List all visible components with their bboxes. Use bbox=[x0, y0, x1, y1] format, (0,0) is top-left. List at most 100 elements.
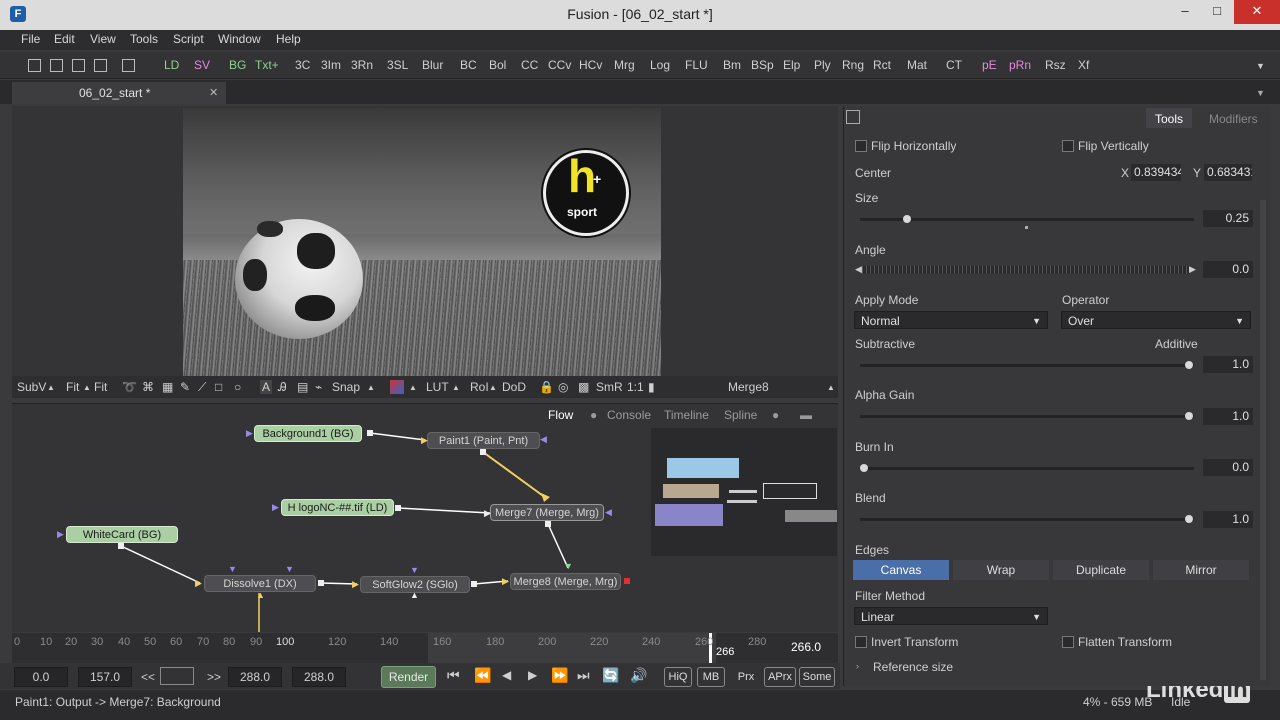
some-button[interactable]: Some bbox=[799, 667, 835, 687]
node-mask-input-icon[interactable]: ▶ bbox=[246, 428, 253, 439]
tool-ct[interactable]: CT bbox=[946, 58, 962, 72]
node-input-icon[interactable]: ▶ bbox=[352, 579, 359, 590]
tab-modifiers[interactable]: Modifiers bbox=[1209, 112, 1258, 126]
global-end-field[interactable]: 288.0 bbox=[292, 667, 346, 687]
tool-prn[interactable]: pRn bbox=[1009, 58, 1031, 72]
node-input-icon[interactable]: ▼ bbox=[285, 564, 294, 574]
node-output-port[interactable] bbox=[480, 449, 486, 455]
node-input-icon[interactable]: ▲ bbox=[410, 590, 419, 600]
operator-dropdown[interactable]: Over ▼ bbox=[1061, 311, 1251, 329]
blend-knob[interactable] bbox=[1185, 515, 1193, 523]
burn-in-slider[interactable] bbox=[860, 467, 1194, 470]
node-paint1[interactable]: Paint1 (Paint, Pnt) bbox=[427, 432, 540, 449]
close-button[interactable]: ✕ bbox=[1234, 0, 1280, 24]
play-icon[interactable]: ▶ bbox=[528, 668, 537, 682]
maximize-button[interactable]: □ bbox=[1202, 0, 1232, 24]
go-to-start-icon[interactable]: ⏮ bbox=[447, 667, 460, 684]
node-merge8[interactable]: Merge8 (Merge, Mrg) bbox=[510, 573, 621, 590]
node-output-port[interactable] bbox=[395, 505, 401, 511]
node-input-icon[interactable]: ▶ bbox=[195, 578, 202, 589]
subtractive-additive-slider[interactable] bbox=[860, 364, 1194, 367]
flip-vertically-checkbox[interactable] bbox=[1062, 140, 1074, 152]
step-forward-button[interactable]: >> bbox=[207, 670, 221, 684]
apply-mode-dropdown[interactable]: Normal ▼ bbox=[854, 311, 1048, 329]
invert-transform-checkbox[interactable] bbox=[855, 636, 867, 648]
center-x-input[interactable]: 0.839434 bbox=[1131, 164, 1181, 181]
current-time-display[interactable]: 266.0 bbox=[791, 640, 821, 654]
tab-tools[interactable]: Tools bbox=[1146, 108, 1192, 128]
flip-horizontally-checkbox[interactable] bbox=[855, 140, 867, 152]
blend-slider[interactable] bbox=[860, 518, 1194, 521]
burn-in-knob[interactable] bbox=[860, 464, 868, 472]
render-start-field[interactable]: 157.0 bbox=[78, 667, 132, 687]
global-start-field[interactable]: 0.0 bbox=[14, 667, 68, 687]
time-ruler[interactable] bbox=[12, 633, 838, 663]
filter-method-dropdown[interactable]: Linear ▼ bbox=[854, 607, 1048, 625]
node-whitecard[interactable]: WhiteCard (BG) bbox=[66, 526, 178, 543]
node-output-port[interactable] bbox=[471, 581, 477, 587]
tool-rng[interactable]: Rng bbox=[842, 58, 864, 72]
reference-size-label[interactable]: Reference size bbox=[873, 660, 953, 674]
node-mask-input-icon[interactable]: ◀ bbox=[605, 507, 612, 518]
go-to-end-icon[interactable]: ⏭ bbox=[577, 667, 590, 684]
node-mask-input-icon[interactable]: ▶ bbox=[57, 529, 64, 540]
rewind-icon[interactable]: ⏪ bbox=[474, 667, 491, 684]
edges-mirror-button[interactable]: Mirror bbox=[1153, 560, 1249, 580]
angle-right-arrow-icon[interactable]: ▶ bbox=[1189, 264, 1196, 275]
node-mask-input-icon[interactable]: ▶ bbox=[272, 502, 279, 513]
tool-mat[interactable]: Mat bbox=[907, 58, 927, 72]
auto-proxy-button[interactable]: APrx bbox=[764, 667, 796, 687]
step-back-button[interactable]: << bbox=[141, 670, 155, 684]
motion-blur-button[interactable]: MB bbox=[697, 667, 725, 687]
edges-wrap-button[interactable]: Wrap bbox=[953, 560, 1049, 580]
angle-thumbwheel[interactable] bbox=[862, 266, 1190, 274]
subtractive-additive-value[interactable]: 1.0 bbox=[1203, 356, 1253, 373]
node-mask-input-icon[interactable]: ◀ bbox=[540, 434, 547, 445]
flow-navigator[interactable] bbox=[651, 428, 837, 556]
node-input-icon[interactable]: ▼ bbox=[564, 561, 573, 571]
node-input-icon[interactable]: ▼ bbox=[228, 564, 237, 574]
node-output-port[interactable] bbox=[118, 543, 124, 549]
tool-rsz[interactable]: Rsz bbox=[1045, 58, 1066, 72]
flatten-transform-checkbox[interactable] bbox=[1062, 636, 1074, 648]
audio-icon[interactable]: 🔊 bbox=[630, 667, 647, 684]
alpha-gain-slider[interactable] bbox=[860, 415, 1194, 418]
range-slider-icon[interactable] bbox=[160, 667, 194, 685]
node-input-icon[interactable]: ▶ bbox=[502, 576, 509, 587]
node-output-port[interactable] bbox=[624, 578, 630, 584]
expand-arrow-icon[interactable]: › bbox=[856, 661, 859, 671]
inspector-collapse-icon[interactable] bbox=[846, 110, 860, 124]
loop-icon[interactable]: 🔄 bbox=[602, 667, 619, 684]
node-output-port[interactable] bbox=[367, 430, 373, 436]
burn-in-value[interactable]: 0.0 bbox=[1203, 459, 1253, 476]
node-merge7[interactable]: Merge7 (Merge, Mrg) bbox=[490, 504, 604, 521]
minimize-button[interactable]: – bbox=[1170, 0, 1200, 24]
subtractive-additive-knob[interactable] bbox=[1185, 361, 1193, 369]
center-y-input[interactable]: 0.683431 bbox=[1204, 164, 1252, 181]
edges-duplicate-button[interactable]: Duplicate bbox=[1053, 560, 1149, 580]
toolbar-scroll-arrow-icon[interactable]: ▼ bbox=[1256, 61, 1265, 71]
tab-scroll-arrow-icon[interactable]: ▼ bbox=[1256, 88, 1265, 98]
tool-pe[interactable]: pE bbox=[982, 58, 997, 72]
fast-forward-icon[interactable]: ⏩ bbox=[551, 667, 568, 684]
tool-rct[interactable]: Rct bbox=[873, 58, 891, 72]
step-back-icon[interactable]: ◀ bbox=[502, 668, 511, 682]
node-input-icon[interactable]: ▼ bbox=[410, 565, 419, 575]
node-hlogo[interactable]: H logoNC-##.tif (LD) bbox=[281, 499, 394, 516]
blend-value[interactable]: 1.0 bbox=[1203, 511, 1253, 528]
tool-xf[interactable]: Xf bbox=[1078, 58, 1089, 72]
angle-value[interactable]: 0.0 bbox=[1203, 261, 1253, 278]
alpha-gain-knob[interactable] bbox=[1185, 412, 1193, 420]
render-button[interactable]: Render bbox=[381, 666, 436, 688]
proxy-button[interactable]: Prx bbox=[731, 667, 761, 687]
inspector-scrollbar[interactable] bbox=[1260, 200, 1266, 680]
render-end-field[interactable]: 288.0 bbox=[228, 667, 282, 687]
node-output-port[interactable] bbox=[318, 580, 324, 586]
alpha-gain-value[interactable]: 1.0 bbox=[1203, 408, 1253, 425]
node-output-port[interactable] bbox=[545, 521, 551, 527]
node-input-icon[interactable]: ▶ bbox=[421, 435, 428, 446]
edges-canvas-button[interactable]: Canvas bbox=[853, 560, 949, 580]
angle-left-arrow-icon[interactable]: ◀ bbox=[855, 264, 862, 275]
node-input-icon[interactable]: ▲ bbox=[256, 590, 265, 600]
node-input-icon[interactable]: ▶ bbox=[484, 508, 491, 519]
